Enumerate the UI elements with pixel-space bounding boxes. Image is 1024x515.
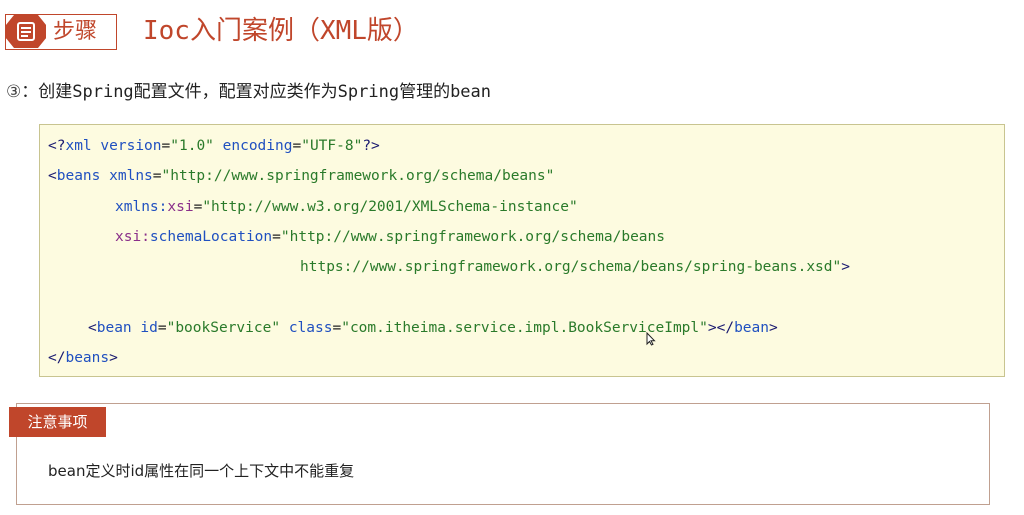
code-line-5: https://www.springframework.org/schema/b… bbox=[300, 259, 850, 275]
mouse-cursor-icon bbox=[646, 331, 656, 350]
instruction-text: ：创建Spring配置文件，配置对应类作为Spring管理的bean bbox=[21, 82, 492, 102]
code-line-3: xmlns:xsi="http://www.w3.org/2001/XMLSch… bbox=[115, 199, 578, 215]
instruction: ③：创建Spring配置文件，配置对应类作为Spring管理的bean bbox=[6, 80, 491, 104]
code-block: <?xml version="1.0" encoding="UTF-8"?> <… bbox=[39, 124, 1005, 377]
step-number: ③ bbox=[6, 82, 22, 102]
notice-box bbox=[16, 403, 990, 505]
notice-label: 注意事项 bbox=[9, 407, 106, 437]
code-line-4: xsi:schemaLocation="http://www.springfra… bbox=[115, 229, 665, 245]
step-label: 步骤 bbox=[53, 19, 98, 44]
code-line-6: <bean id="bookService" class="com.itheim… bbox=[88, 320, 778, 336]
notice-text: bean定义时id属性在同一个上下文中不能重复 bbox=[48, 462, 355, 480]
code-line-2: <beans xmlns="http://www.springframework… bbox=[48, 168, 555, 184]
code-line-7: </beans> bbox=[48, 350, 118, 366]
page-title: Ioc入门案例（XML版） bbox=[143, 16, 419, 46]
code-line-1: <?xml version="1.0" encoding="UTF-8"?> bbox=[48, 138, 380, 154]
step-badge: 步骤 bbox=[5, 14, 117, 50]
document-icon bbox=[6, 15, 46, 48]
